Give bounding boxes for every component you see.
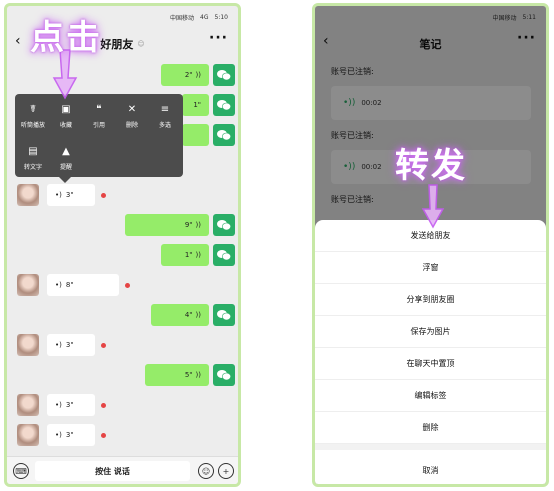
wechat-avatar-icon (213, 214, 235, 236)
contact-avatar[interactable] (17, 424, 39, 446)
unread-dot (101, 403, 106, 408)
message-context-menu: ☤ 听筒播放 ▣ 收藏 ❝ 引用 ✕ 删除 ≡ 多选 ▤ 转文字 ▲ 提醒 (15, 94, 183, 183)
sheet-item-share-moments[interactable]: 分享到朋友圈 (315, 284, 546, 316)
unread-dot (125, 283, 130, 288)
back-icon[interactable]: ‹ (15, 33, 21, 49)
voice-message-out[interactable]: 1")) (161, 244, 209, 266)
menu-item-multiselect[interactable]: ≡ 多选 (151, 104, 179, 129)
ear-icon: ☤ (29, 104, 37, 115)
contact-avatar[interactable] (17, 334, 39, 356)
mute-icon: ☺ (137, 40, 145, 48)
wechat-avatar-icon (213, 304, 235, 326)
wechat-avatar-icon (213, 124, 235, 146)
menu-item-remind[interactable]: ▲ 提醒 (52, 146, 80, 171)
time-label: 5:10 (214, 13, 228, 21)
contact-avatar[interactable] (17, 274, 39, 296)
unread-dot (101, 193, 106, 198)
quote-icon: ❝ (96, 104, 102, 115)
emoji-icon[interactable]: ☺ (198, 463, 214, 479)
voice-message-out[interactable]: 5")) (145, 364, 209, 386)
trash-icon: ✕ (127, 104, 137, 115)
add-icon[interactable]: + (218, 463, 234, 479)
forward-overlay-label: 转发 (395, 146, 467, 186)
voice-message-out[interactable]: 4")) (151, 304, 209, 326)
voice-message-in[interactable]: •) 3" (47, 334, 95, 356)
action-sheet: 发送给朋友 浮窗 分享到朋友圈 保存为图片 在聊天中置顶 编辑标签 删除 取消 (315, 220, 546, 484)
chat-screen: 中国移动 4G 5:10 ‹ 好朋友 ☺ ··· 2")) 1" •) 3" 9"… (4, 3, 241, 487)
sheet-item-edit-tag[interactable]: 编辑标签 (315, 380, 546, 412)
voice-message-out[interactable]: 9")) (125, 214, 209, 236)
contact-avatar[interactable] (17, 394, 39, 416)
wechat-avatar-icon (213, 64, 235, 86)
bell-icon: ▲ (62, 146, 70, 157)
input-bar: ⌨ 按住 说话 ☺ + (7, 456, 238, 484)
notes-screen: 中国移动 5:11 ‹ 笔记 ··· 账号已注销: •)) 00:02 账号已注… (312, 3, 549, 487)
sheet-item-delete[interactable]: 删除 (315, 412, 546, 444)
menu-item-favorite[interactable]: ▣ 收藏 (52, 104, 80, 129)
contact-avatar[interactable] (17, 184, 39, 206)
voice-message-in[interactable]: •) 8" (47, 274, 119, 296)
voice-message-in[interactable]: •) 3" (47, 424, 95, 446)
down-arrow-icon (421, 184, 445, 229)
voice-message-in[interactable]: •) 3" (47, 394, 95, 416)
sheet-item-float-window[interactable]: 浮窗 (315, 252, 546, 284)
wechat-avatar-icon (213, 364, 235, 386)
cube-icon: ▣ (61, 104, 71, 115)
menu-item-to-text[interactable]: ▤ 转文字 (19, 146, 47, 171)
keyboard-icon[interactable]: ⌨ (13, 463, 29, 479)
unread-dot (101, 433, 106, 438)
more-icon[interactable]: ··· (209, 30, 228, 46)
voice-message-out[interactable]: 2")) (161, 64, 209, 86)
carrier-label: 中国移动 (170, 14, 195, 22)
sheet-item-pin-chat[interactable]: 在聊天中置顶 (315, 348, 546, 380)
menu-item-earpiece[interactable]: ☤ 听筒播放 (19, 104, 47, 129)
voice-message-out[interactable]: 1" (182, 94, 209, 116)
wechat-avatar-icon (213, 244, 235, 266)
sheet-item-save-image[interactable]: 保存为图片 (315, 316, 546, 348)
chat-title: 好朋友 (100, 38, 134, 51)
sheet-divider (315, 444, 546, 450)
text-icon: ▤ (28, 146, 38, 157)
signal-label: 4G (200, 13, 209, 21)
wechat-avatar-icon (213, 94, 235, 116)
menu-item-quote[interactable]: ❝ 引用 (85, 104, 113, 129)
hold-to-talk-button[interactable]: 按住 说话 (35, 461, 190, 481)
list-icon: ≡ (160, 104, 170, 115)
menu-item-delete[interactable]: ✕ 删除 (118, 104, 146, 129)
voice-message-out[interactable] (182, 124, 209, 146)
voice-message-in[interactable]: •) 3" (47, 184, 95, 206)
unread-dot (101, 343, 106, 348)
sheet-cancel-button[interactable]: 取消 (315, 454, 546, 484)
tap-overlay-label: 点击 (30, 18, 102, 58)
